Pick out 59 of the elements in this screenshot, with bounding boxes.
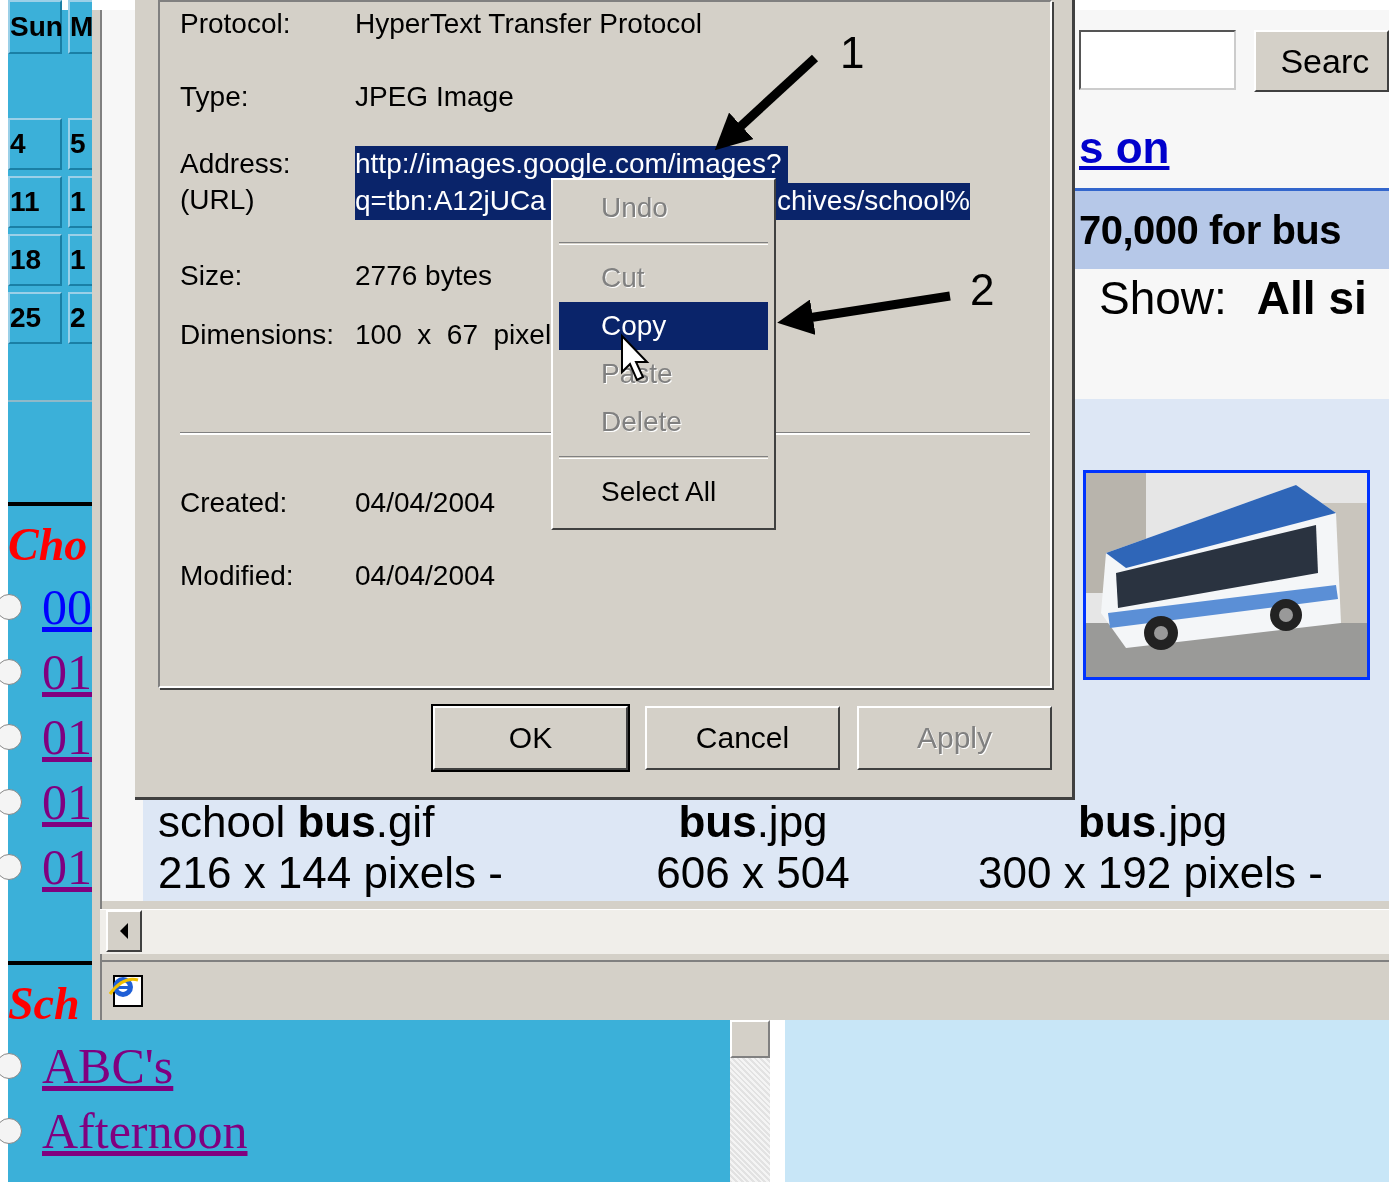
link[interactable]: Afternoon: [42, 1100, 248, 1161]
annotation-number: 2: [970, 265, 995, 314]
address-text[interactable]: chives/school%: [777, 183, 970, 220]
radio-button[interactable]: [0, 1052, 22, 1079]
link[interactable]: 01: [42, 706, 92, 767]
radio-button[interactable]: [0, 658, 22, 685]
section-heading: Cho: [8, 518, 88, 572]
calendar-day[interactable]: 11: [8, 176, 62, 228]
field-label: Created:: [180, 486, 289, 520]
link[interactable]: ABC's: [42, 1035, 174, 1096]
link[interactable]: s on: [1079, 120, 1170, 176]
result-heading: 70,000 for bus: [1079, 207, 1341, 253]
field-value: 100 x 67 pixel: [355, 318, 552, 352]
field-label: Size:: [180, 259, 244, 293]
search-field[interactable]: [1079, 30, 1237, 90]
calendar-header: Sun: [8, 0, 62, 54]
show-label: Show:: [1099, 271, 1227, 325]
field-value: JPEG Image: [355, 80, 514, 114]
field-label: Address:: [180, 147, 292, 181]
calendar-day[interactable]: 25: [8, 292, 62, 344]
field-label: Type:: [180, 80, 250, 114]
file-name[interactable]: bus.jpg: [928, 798, 1389, 845]
field-label: Dimensions:: [180, 318, 336, 352]
field-label: (URL): [180, 183, 256, 217]
file-name[interactable]: bus.jpg: [578, 798, 928, 845]
field-label: Modified:: [180, 559, 295, 593]
field-label: Protocol:: [180, 7, 292, 41]
image-size: 300 x 192 pixels -: [977, 846, 1324, 899]
image-size: 216 x 144 pixels -: [158, 846, 504, 899]
calendar-day[interactable]: 4: [8, 118, 62, 170]
radio-button[interactable]: [0, 723, 22, 750]
ok-button[interactable]: OK: [433, 706, 628, 770]
radio-button[interactable]: [0, 593, 22, 620]
field-value: 04/04/2004: [355, 486, 496, 520]
annotation-number: 1: [840, 28, 865, 77]
section-heading: Sch: [8, 977, 80, 1031]
scroll-left-button[interactable]: [106, 909, 142, 952]
left-arrow-icon: [118, 921, 130, 940]
search-button[interactable]: Searc: [1254, 30, 1389, 92]
horizontal-scrollbar[interactable]: [100, 908, 1389, 955]
calendar-header: M: [68, 0, 92, 54]
size-filter-link[interactable]: All si: [1256, 271, 1367, 325]
calendar-day[interactable]: 18: [8, 234, 62, 286]
address-text[interactable]: q=tbn:A12jUCa: [355, 183, 546, 220]
file-name[interactable]: school bus.gif: [158, 798, 578, 845]
link[interactable]: 01: [42, 641, 92, 702]
field-value: 2776 bytes: [355, 259, 492, 293]
link[interactable]: 01: [42, 836, 92, 897]
menu-item[interactable]: Copy: [559, 302, 768, 350]
radio-button[interactable]: [0, 853, 22, 880]
menu-item[interactable]: Select All: [559, 468, 768, 516]
link[interactable]: 01: [42, 771, 92, 832]
scroll-thumb[interactable]: [730, 1020, 770, 1058]
cancel-button[interactable]: Cancel: [645, 706, 840, 770]
field-value: 04/04/2004: [355, 559, 496, 593]
radio-button[interactable]: [0, 1117, 22, 1144]
field-value: HyperText Transfer Protocol: [355, 7, 703, 41]
radio-button[interactable]: [0, 788, 22, 815]
image-size: 606 x 504: [655, 846, 851, 899]
